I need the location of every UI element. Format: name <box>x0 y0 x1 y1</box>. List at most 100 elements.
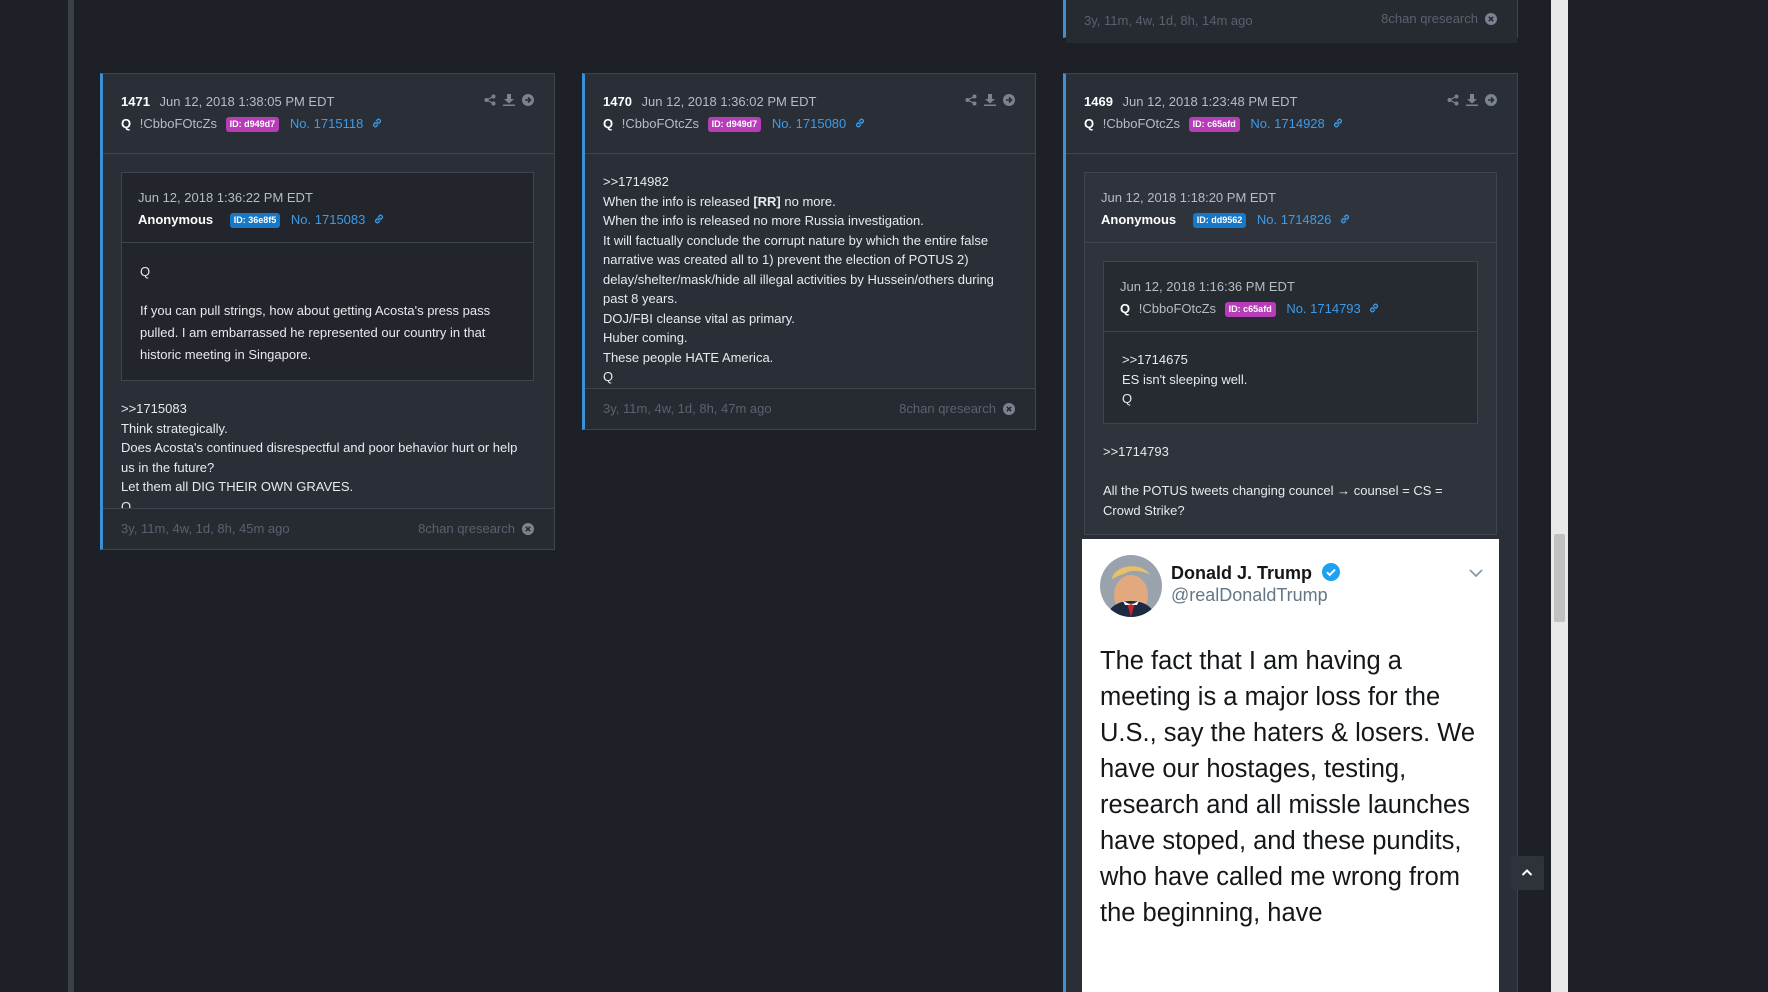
id-badge: ID: dd9562 <box>1192 213 1247 228</box>
post-text: >>1714982 When the info is released [RR]… <box>585 154 1035 399</box>
post-line: Huber coming. <box>603 330 688 345</box>
quote-line[interactable]: >>1714675 <box>1122 350 1459 370</box>
post-footer: 3y, 11m, 4w, 1d, 8h, 45m ago 8chan qrese… <box>103 508 554 549</box>
link-icon[interactable] <box>854 117 866 129</box>
post-header: 1471 Jun 12, 2018 1:38:05 PM EDT Q !Cbbo… <box>103 74 554 154</box>
scrollbar-thumb[interactable] <box>1554 534 1565 622</box>
post-header: 1469 Jun 12, 2018 1:23:48 PM EDT Q !Cbbo… <box>1066 74 1517 154</box>
nested-quoted-post: Jun 12, 2018 1:16:36 PM EDT Q !CbboFOtcZ… <box>1103 261 1478 424</box>
quote-date: Jun 12, 2018 1:18:20 PM EDT <box>1101 190 1276 205</box>
id-badge: ID: c65afd <box>1188 117 1240 132</box>
verified-icon <box>1322 563 1341 581</box>
scrollbar[interactable] <box>1551 0 1568 992</box>
post-number: 1471 <box>121 94 150 109</box>
source-label: 8chan qresearch <box>899 401 996 416</box>
post-line[interactable]: >>1715083 <box>121 399 534 419</box>
post-actions <box>965 94 1015 106</box>
post-number-link[interactable]: No. 1714793 <box>1286 301 1360 316</box>
post-line: Let them all DIG THEIR OWN GRAVES. <box>121 479 354 494</box>
close-circle-icon[interactable] <box>1485 13 1497 25</box>
tweet-name-text: Donald J. Trump <box>1171 563 1313 583</box>
scroll-to-top-button[interactable] <box>1510 856 1544 890</box>
post-source: 8chan qresearch <box>1381 0 1497 43</box>
avatar <box>1100 555 1162 617</box>
post-age: 3y, 11m, 4w, 1d, 8h, 14m ago <box>1084 13 1253 28</box>
arrow-right-circle-icon[interactable] <box>1003 94 1015 106</box>
post-author: Q <box>1084 116 1095 131</box>
post-text: >>1715083 Think strategically. Does Acos… <box>121 399 534 516</box>
post-number-link[interactable]: No. 1715083 <box>291 212 365 227</box>
post-number: 1470 <box>603 94 632 109</box>
chevron-up-icon <box>1521 869 1533 876</box>
link-icon[interactable] <box>1368 302 1380 314</box>
quote-line: Q <box>140 264 151 279</box>
id-badge: ID: d949d7 <box>707 117 762 132</box>
share-icon[interactable] <box>484 94 496 106</box>
post-actions <box>1447 94 1497 106</box>
quote-line: All the POTUS tweets changing councel → … <box>1103 483 1443 518</box>
download-icon[interactable] <box>1466 94 1478 106</box>
post-actions <box>484 94 534 106</box>
close-circle-icon[interactable] <box>1003 403 1015 415</box>
post-trip: !CbboFOtcZs <box>621 116 700 131</box>
id-badge: ID: d949d7 <box>225 117 280 132</box>
link-icon[interactable] <box>1332 117 1344 129</box>
post-number: 1469 <box>1084 94 1113 109</box>
post-line: Think strategically. <box>121 420 228 436</box>
quote-line: ES isn't sleeping well. <box>1122 371 1248 387</box>
post-footer: 3y, 11m, 4w, 1d, 8h, 14m ago 8chan qrese… <box>1066 0 1517 43</box>
id-badge: ID: c65afd <box>1224 302 1276 317</box>
tweet-handle: @realDonaldTrump <box>1171 585 1328 605</box>
link-icon[interactable] <box>371 117 383 129</box>
download-icon[interactable] <box>503 94 515 106</box>
quote-date: Jun 12, 2018 1:36:22 PM EDT <box>138 190 313 205</box>
post-line: DOJ/FBI cleanse vital as primary. <box>603 310 795 326</box>
post-line: These people HATE America. <box>603 349 774 365</box>
post-card-1471: 1471 Jun 12, 2018 1:38:05 PM EDT Q !Cbbo… <box>100 73 555 550</box>
share-icon[interactable] <box>1447 94 1459 106</box>
arrow-right-circle-icon[interactable] <box>522 94 534 106</box>
post-date: Jun 12, 2018 1:23:48 PM EDT <box>1122 94 1298 109</box>
quote-date: Jun 12, 2018 1:16:36 PM EDT <box>1120 279 1295 294</box>
tweet-screenshot[interactable]: Donald J. Trump @realDonaldTrump The fac… <box>1082 539 1499 992</box>
id-badge: ID: 36e8f5 <box>229 213 281 228</box>
tweet-text: The fact that I am having a meeting is a… <box>1100 647 1476 927</box>
quote-author: Q <box>1120 301 1131 316</box>
source-label: 8chan qresearch <box>1381 11 1478 26</box>
post-trip: !CbboFOtcZs <box>139 116 218 131</box>
quote-line[interactable]: >>1714793 <box>1103 442 1478 462</box>
link-icon[interactable] <box>373 213 385 225</box>
post-header: 1470 Jun 12, 2018 1:36:02 PM EDT Q !Cbbo… <box>585 74 1035 154</box>
quoted-post: Jun 12, 2018 1:18:20 PM EDT Anonymous ID… <box>1084 172 1497 535</box>
post-author: Q <box>603 116 614 131</box>
post-line: Does Acosta's continued disrespectful an… <box>121 440 518 475</box>
post-number-link[interactable]: No. 1714826 <box>1257 212 1331 227</box>
share-icon[interactable] <box>965 94 977 106</box>
quote-author: Anonymous <box>1101 212 1177 227</box>
post-number-link[interactable]: No. 1715118 <box>290 116 364 131</box>
page: 3y, 11m, 4w, 1d, 8h, 14m ago 8chan qrese… <box>0 0 1768 992</box>
post-line: When the info is released no more Russia… <box>603 213 924 228</box>
post-age: 3y, 11m, 4w, 1d, 8h, 47m ago <box>603 401 772 416</box>
post-date: Jun 12, 2018 1:36:02 PM EDT <box>641 94 817 109</box>
chevron-down-icon[interactable] <box>1469 569 1483 578</box>
arrow-right-circle-icon[interactable] <box>1485 94 1497 106</box>
link-icon[interactable] <box>1339 213 1351 225</box>
source-label: 8chan qresearch <box>418 521 515 536</box>
post-line: It will factually conclude the corrupt n… <box>603 232 994 307</box>
left-rail <box>68 0 74 992</box>
quoted-post: Jun 12, 2018 1:36:22 PM EDT Anonymous ID… <box>121 172 534 381</box>
post-author: Q <box>121 116 132 131</box>
download-icon[interactable] <box>984 94 996 106</box>
tweet-author-name: Donald J. Trump <box>1171 563 1341 584</box>
post-trip: !CbboFOtcZs <box>1138 301 1217 316</box>
post-number-link[interactable]: No. 1715080 <box>772 116 846 131</box>
post-number-link[interactable]: No. 1714928 <box>1250 116 1324 131</box>
post-line[interactable]: >>1714982 <box>603 172 1015 192</box>
post-text-bold: [RR] <box>753 193 781 209</box>
close-circle-icon[interactable] <box>522 523 534 535</box>
post-date: Jun 12, 2018 1:38:05 PM EDT <box>159 94 335 109</box>
quote-line: If you can pull strings, how about getti… <box>140 303 491 362</box>
previous-post-card: 3y, 11m, 4w, 1d, 8h, 14m ago 8chan qrese… <box>1063 0 1518 43</box>
post-line: Q <box>603 369 614 384</box>
